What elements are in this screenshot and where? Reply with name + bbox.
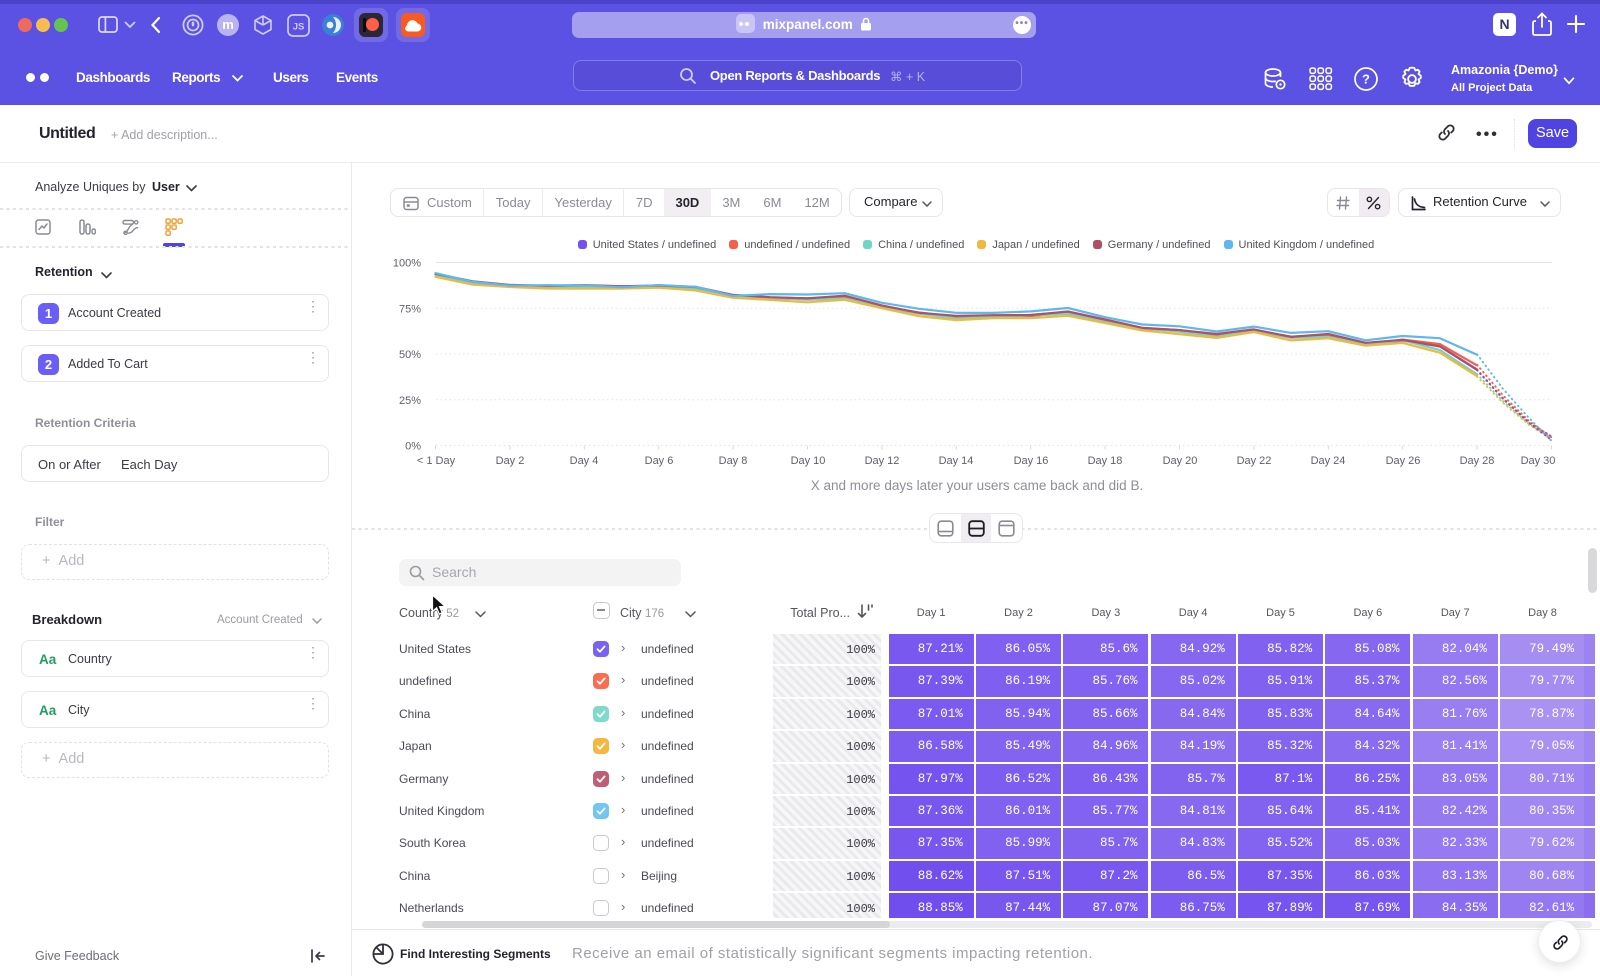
svg-text:25%: 25%: [399, 395, 421, 407]
svg-text:?: ?: [1362, 72, 1370, 87]
svg-text:Day 18: Day 18: [1088, 455, 1123, 467]
svg-text:75%: 75%: [399, 303, 421, 315]
svg-text:Day 10: Day 10: [791, 455, 826, 467]
svg-text:Day 24: Day 24: [1311, 455, 1346, 467]
svg-text:Day 20: Day 20: [1163, 455, 1198, 467]
svg-text:< 1 Day: < 1 Day: [417, 455, 456, 467]
svg-text:50%: 50%: [399, 349, 421, 361]
svg-text:Day 22: Day 22: [1237, 455, 1272, 467]
svg-text:JS: JS: [293, 22, 305, 33]
svg-text:Day 8: Day 8: [719, 455, 748, 467]
svg-text:Day 30: Day 30: [1521, 455, 1556, 467]
svg-text:Day 14: Day 14: [939, 455, 974, 467]
svg-text:Day 4: Day 4: [570, 455, 599, 467]
svg-text:Day 6: Day 6: [645, 455, 674, 467]
svg-text:Day 12: Day 12: [865, 455, 900, 467]
svg-text:Day 26: Day 26: [1386, 455, 1421, 467]
svg-text:0%: 0%: [405, 441, 421, 453]
svg-text:Day 2: Day 2: [496, 455, 525, 467]
svg-text:Day 16: Day 16: [1014, 455, 1049, 467]
svg-text:X and more days later your use: X and more days later your users came ba…: [811, 478, 1143, 493]
svg-text:100%: 100%: [393, 258, 421, 270]
svg-text:Day 28: Day 28: [1460, 455, 1495, 467]
